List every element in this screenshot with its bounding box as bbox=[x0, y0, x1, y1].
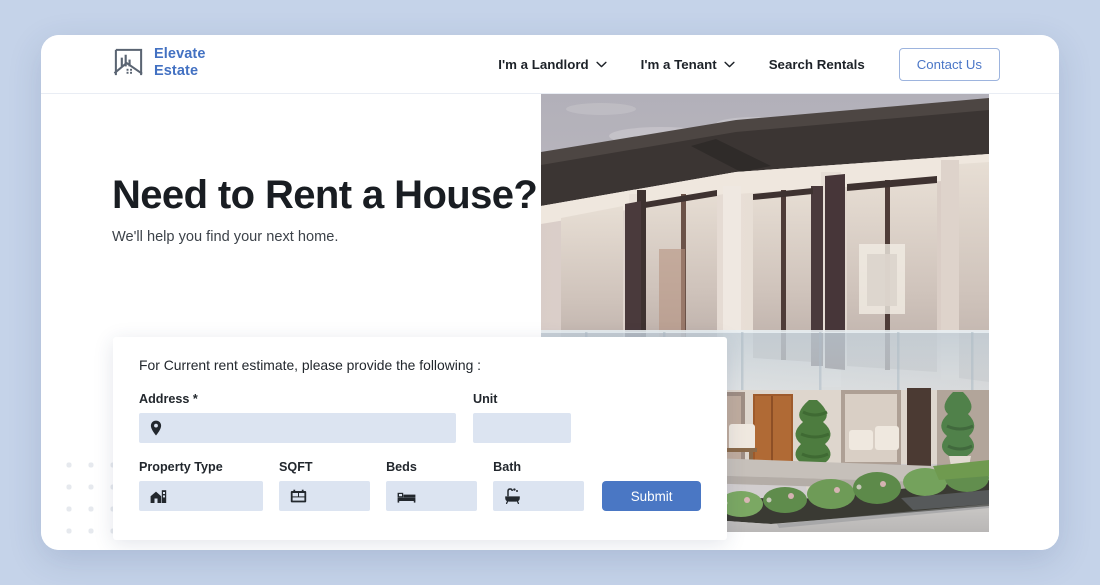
bath-field-group: Bath bbox=[493, 460, 585, 511]
nav-item-landlord[interactable]: I'm a Landlord bbox=[481, 48, 623, 81]
page-title: Need to Rent a House? bbox=[112, 173, 538, 217]
address-label: Address * bbox=[139, 392, 198, 406]
map-pin-icon bbox=[150, 420, 162, 436]
nav-item-tenant-label: I'm a Tenant bbox=[640, 57, 717, 72]
address-input[interactable] bbox=[139, 413, 456, 443]
submit-button[interactable]: Submit bbox=[602, 481, 701, 511]
main-navigation: I'm a Landlord I'm a Tenant Search Renta… bbox=[481, 48, 1000, 81]
house-chart-logo-icon bbox=[112, 46, 145, 79]
chevron-down-icon bbox=[596, 61, 607, 68]
form-row-1: Address * Unit bbox=[139, 392, 701, 443]
sqft-input[interactable] bbox=[279, 481, 371, 511]
contact-us-button[interactable]: Contact Us bbox=[898, 48, 1000, 81]
property-type-field-group: Property Type bbox=[139, 460, 263, 511]
rent-estimate-form: For Current rent estimate, please provid… bbox=[113, 337, 727, 540]
brand-logo[interactable]: Elevate Estate bbox=[112, 46, 206, 80]
form-intro-text: For Current rent estimate, please provid… bbox=[139, 357, 482, 373]
nav-item-search-rentals-label: Search Rentals bbox=[768, 57, 865, 72]
nav-item-landlord-label: I'm a Landlord bbox=[498, 57, 589, 72]
address-field-group: Address * bbox=[139, 392, 456, 443]
nav-item-search-rentals[interactable]: Search Rentals bbox=[752, 48, 882, 81]
beds-field-group: Beds bbox=[386, 460, 478, 511]
nav-item-tenant[interactable]: I'm a Tenant bbox=[624, 48, 752, 81]
hero-section: Need to Rent a House? We'll help you fin… bbox=[41, 94, 1059, 550]
sqft-label: SQFT bbox=[279, 460, 313, 474]
bed-icon bbox=[397, 490, 416, 503]
brand-name: Elevate Estate bbox=[154, 46, 206, 80]
beds-input[interactable] bbox=[386, 481, 478, 511]
unit-field-group: Unit bbox=[473, 392, 571, 443]
bathtub-icon bbox=[504, 488, 521, 504]
hero-copy: Need to Rent a House? We'll help you fin… bbox=[112, 173, 538, 245]
unit-label: Unit bbox=[473, 392, 498, 406]
property-type-label: Property Type bbox=[139, 460, 223, 474]
bath-input[interactable] bbox=[493, 481, 585, 511]
brand-name-line2: Estate bbox=[154, 62, 199, 79]
beds-label: Beds bbox=[386, 460, 417, 474]
property-type-input[interactable] bbox=[139, 481, 263, 511]
unit-input[interactable] bbox=[473, 413, 571, 443]
chevron-down-icon bbox=[724, 61, 735, 68]
page-subtitle: We'll help you find your next home. bbox=[112, 228, 339, 245]
sqft-field-group: SQFT bbox=[279, 460, 371, 511]
floor-plan-icon bbox=[290, 489, 307, 504]
site-header: Elevate Estate I'm a Landlord I'm a Tena… bbox=[41, 35, 1059, 94]
bath-label: Bath bbox=[493, 460, 522, 474]
form-row-2: Property Type SQFT Beds Bath Submit bbox=[139, 460, 701, 511]
brand-name-line1: Elevate bbox=[154, 46, 206, 62]
house-icon bbox=[150, 489, 167, 504]
browser-page-card: Elevate Estate I'm a Landlord I'm a Tena… bbox=[41, 35, 1059, 550]
